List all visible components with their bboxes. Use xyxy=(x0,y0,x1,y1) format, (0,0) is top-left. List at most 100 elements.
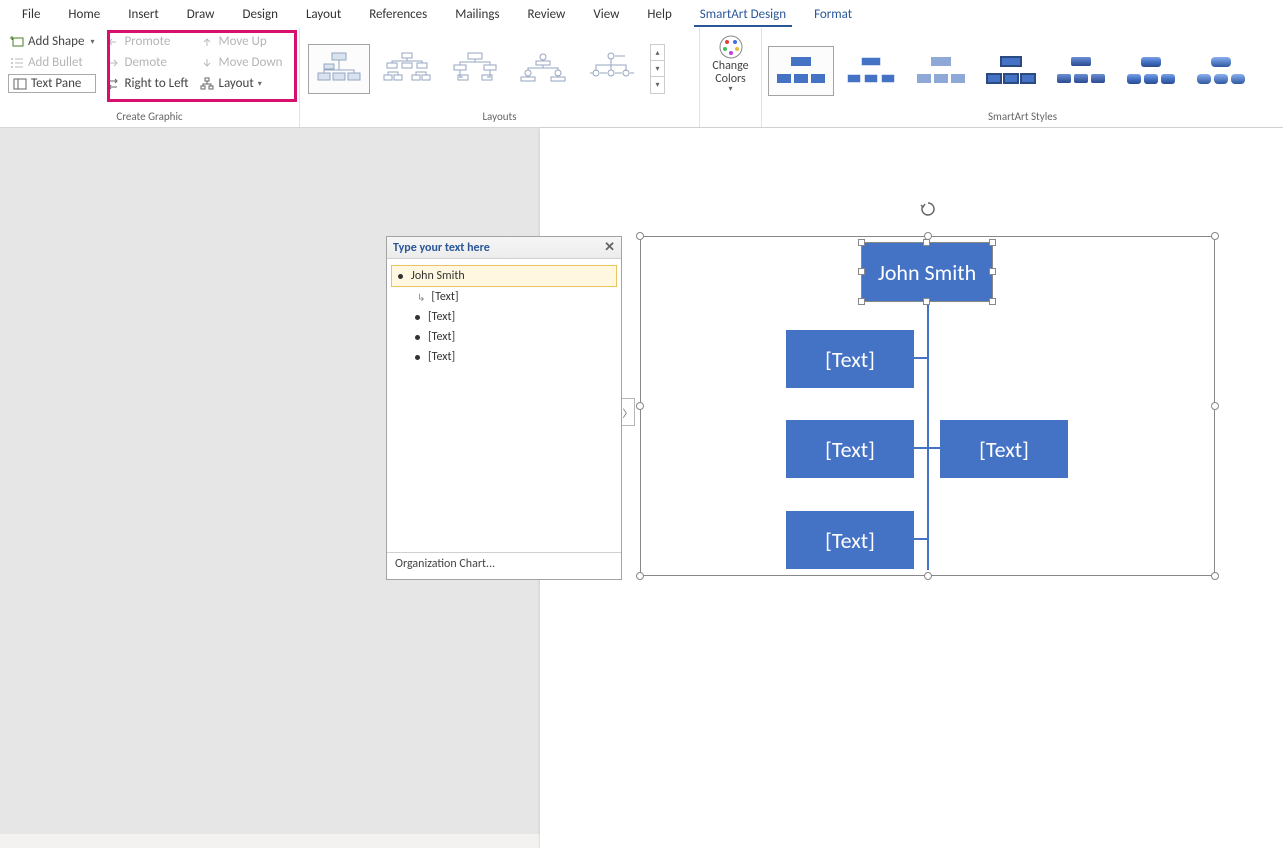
node-handle[interactable] xyxy=(923,239,930,246)
menu-review[interactable]: Review xyxy=(514,3,580,26)
chevron-down-icon: ▾ xyxy=(90,37,94,47)
text-pane-body[interactable]: John Smith ↳[Text] [Text] [Text] [Text] xyxy=(387,259,621,553)
text-item-label: [Text] xyxy=(428,330,455,344)
menu-home[interactable]: Home xyxy=(54,3,114,26)
menu-smartart-design[interactable]: SmartArt Design xyxy=(686,3,800,26)
style-thumb-4[interactable] xyxy=(978,46,1044,96)
layout-thumb-5[interactable] xyxy=(580,44,642,94)
menu-mailings[interactable]: Mailings xyxy=(441,3,513,26)
layout-thumb-2[interactable] xyxy=(376,44,438,94)
layout-label: Layout xyxy=(218,76,253,91)
style-thumb-5[interactable] xyxy=(1048,46,1114,96)
node-handle[interactable] xyxy=(923,298,930,305)
selection-handle[interactable] xyxy=(1211,572,1219,580)
right-to-left-button[interactable]: Right to Left xyxy=(104,74,190,93)
style-thumb-7[interactable] xyxy=(1188,46,1254,96)
menubar: File Home Insert Draw Design Layout Refe… xyxy=(0,0,1283,28)
node-handle[interactable] xyxy=(989,298,996,305)
hierarchy-icon-3 xyxy=(450,51,500,87)
style-preview-icon xyxy=(1195,54,1247,88)
swap-icon xyxy=(106,77,120,91)
style-preview-icon xyxy=(915,54,967,88)
smartart-node[interactable]: [Text] xyxy=(786,511,914,569)
hierarchy-icon-2 xyxy=(382,51,432,87)
text-pane-icon xyxy=(13,77,27,91)
demote-button[interactable]: Demote xyxy=(104,53,190,72)
menu-help[interactable]: Help xyxy=(633,3,685,26)
bullet-icon xyxy=(415,315,420,320)
change-colors-button[interactable]: Change Colors ▾ xyxy=(704,30,757,98)
hierarchy-icon-4 xyxy=(518,51,568,87)
sub-arrow-icon: ↳ xyxy=(417,291,425,304)
ribbon-group-layouts: ▴ ▾ ▾ Layouts xyxy=(300,28,700,127)
style-preview-icon xyxy=(1055,54,1107,88)
smartart-styles-label: SmartArt Styles xyxy=(766,108,1279,127)
menu-format[interactable]: Format xyxy=(800,3,866,26)
text-pane-item[interactable]: [Text] xyxy=(391,307,617,327)
selection-handle[interactable] xyxy=(1211,402,1219,410)
close-icon[interactable]: ✕ xyxy=(604,240,615,255)
node-text: [Text] xyxy=(825,436,875,463)
text-pane-item[interactable]: [Text] xyxy=(391,327,617,347)
text-pane-expand-tab[interactable]: 〉 xyxy=(621,398,635,426)
text-pane-item[interactable]: [Text] xyxy=(391,347,617,367)
layout-scroll-more[interactable]: ▾ xyxy=(651,77,664,93)
selection-handle[interactable] xyxy=(636,572,644,580)
smartart-node[interactable]: [Text] xyxy=(940,420,1068,478)
layouts-label: Layouts xyxy=(304,108,695,127)
node-handle[interactable] xyxy=(858,268,865,275)
add-bullet-button[interactable]: Add Bullet xyxy=(8,53,96,72)
demote-label: Demote xyxy=(124,55,166,70)
layout-thumb-3[interactable] xyxy=(444,44,506,94)
text-pane-item[interactable]: John Smith xyxy=(391,265,617,287)
menu-layout[interactable]: Layout xyxy=(292,3,355,26)
node-handle[interactable] xyxy=(989,239,996,246)
node-handle[interactable] xyxy=(858,298,865,305)
text-pane-item[interactable]: ↳[Text] xyxy=(391,287,617,307)
node-handle[interactable] xyxy=(858,239,865,246)
smartart-canvas[interactable]: John Smith [Text] [Text] [Text] [Text] xyxy=(640,236,1215,576)
layout-thumb-1[interactable] xyxy=(308,44,370,94)
menu-draw[interactable]: Draw xyxy=(173,3,229,26)
selection-handle[interactable] xyxy=(636,232,644,240)
connector xyxy=(913,447,929,449)
promote-button[interactable]: Promote xyxy=(104,32,190,51)
smartart-node[interactable]: [Text] xyxy=(786,330,914,388)
connector xyxy=(913,357,929,359)
node-handle[interactable] xyxy=(989,268,996,275)
selection-handle[interactable] xyxy=(1211,232,1219,240)
menu-insert[interactable]: Insert xyxy=(114,3,173,26)
style-thumb-3[interactable] xyxy=(908,46,974,96)
text-pane-header: Type your text here ✕ xyxy=(387,237,621,259)
style-preview-icon xyxy=(985,54,1037,88)
chevron-down-icon: ▾ xyxy=(728,84,732,94)
style-thumb-2[interactable] xyxy=(838,46,904,96)
text-pane-button[interactable]: Text Pane xyxy=(8,74,96,93)
change-colors-label: Change Colors xyxy=(712,60,748,86)
node-text: John Smith xyxy=(878,259,976,286)
chevron-down-icon: ▾ xyxy=(258,79,262,89)
promote-label: Promote xyxy=(124,34,170,49)
selection-handle[interactable] xyxy=(924,572,932,580)
layout-scroll-down[interactable]: ▾ xyxy=(651,61,664,77)
menu-file[interactable]: File xyxy=(8,3,54,26)
selection-handle[interactable] xyxy=(636,402,644,410)
menu-view[interactable]: View xyxy=(579,3,633,26)
smartart-node[interactable]: [Text] xyxy=(786,420,914,478)
style-thumb-1[interactable] xyxy=(768,46,834,96)
menu-design[interactable]: Design xyxy=(228,3,291,26)
style-preview-icon xyxy=(845,54,897,88)
text-pane-footer[interactable]: Organization Chart... xyxy=(387,553,621,575)
style-thumb-6[interactable] xyxy=(1118,46,1184,96)
move-down-button[interactable]: Move Down xyxy=(198,53,284,72)
layout-button[interactable]: Layout ▾ xyxy=(198,74,284,93)
rotate-handle[interactable] xyxy=(918,199,938,219)
smartart-node-root[interactable]: John Smith xyxy=(862,243,992,301)
move-down-label: Move Down xyxy=(218,55,282,70)
ribbon-group-smartart-styles: SmartArt Styles xyxy=(762,28,1283,127)
menu-references[interactable]: References xyxy=(355,3,441,26)
layout-thumb-4[interactable] xyxy=(512,44,574,94)
move-up-button[interactable]: Move Up xyxy=(198,32,284,51)
add-shape-button[interactable]: Add Shape ▾ xyxy=(8,32,96,51)
layout-scroll-up[interactable]: ▴ xyxy=(651,45,664,61)
